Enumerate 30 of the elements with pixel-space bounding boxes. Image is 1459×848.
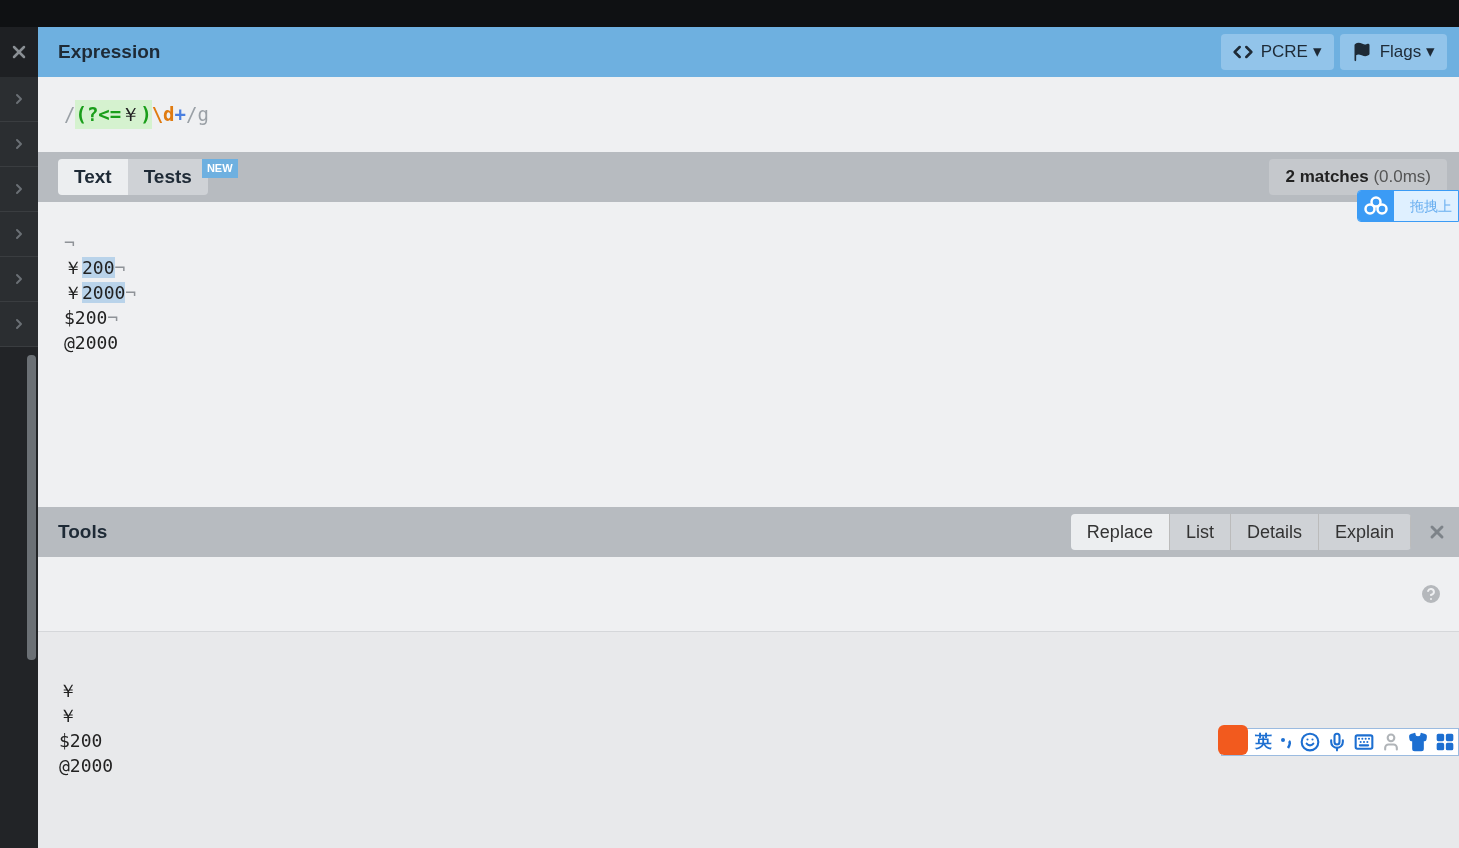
text-line: $200¬	[64, 306, 119, 330]
ime-toolbar[interactable]: 英	[1221, 728, 1459, 756]
tool-tab[interactable]: Details	[1230, 514, 1319, 550]
text-tab[interactable]: Tests	[127, 159, 208, 195]
text-line: ¬	[64, 231, 75, 255]
shirt-icon[interactable]	[1408, 732, 1428, 752]
punctuation-icon[interactable]	[1279, 735, 1293, 749]
expression-title: Expression	[58, 39, 161, 64]
new-badge: NEW	[201, 159, 238, 178]
scrollbar[interactable]	[27, 355, 36, 660]
logo-icon	[1218, 725, 1248, 755]
replace-result: ￥ ￥ $200 @2000	[58, 679, 114, 778]
text-tab[interactable]: Text	[58, 159, 128, 195]
keyboard-icon[interactable]	[1354, 732, 1374, 752]
tool-tab[interactable]: Replace	[1070, 514, 1170, 550]
help-icon[interactable]	[1419, 582, 1443, 606]
flags-button[interactable]: Flags ▾	[1339, 34, 1447, 70]
match-count: 2 matches (0.0ms)	[1269, 159, 1447, 195]
test-text-area[interactable]: ¬ ￥200¬ ￥2000¬ $200¬ @2000	[64, 230, 137, 355]
emoji-icon[interactable]	[1300, 732, 1320, 752]
grid-icon[interactable]	[1435, 732, 1455, 752]
text-line: ￥200¬	[64, 256, 126, 280]
tool-tab[interactable]: List	[1169, 514, 1231, 550]
flavor-button[interactable]: PCRE ▾	[1220, 34, 1334, 70]
tool-tab[interactable]: Explain	[1318, 514, 1411, 550]
tools-title: Tools	[58, 519, 108, 544]
regex-input[interactable]: /(?<=￥)\d+/g	[64, 100, 209, 129]
microphone-icon[interactable]	[1327, 732, 1347, 752]
user-icon[interactable]	[1381, 732, 1401, 752]
text-line: @2000	[64, 331, 119, 355]
